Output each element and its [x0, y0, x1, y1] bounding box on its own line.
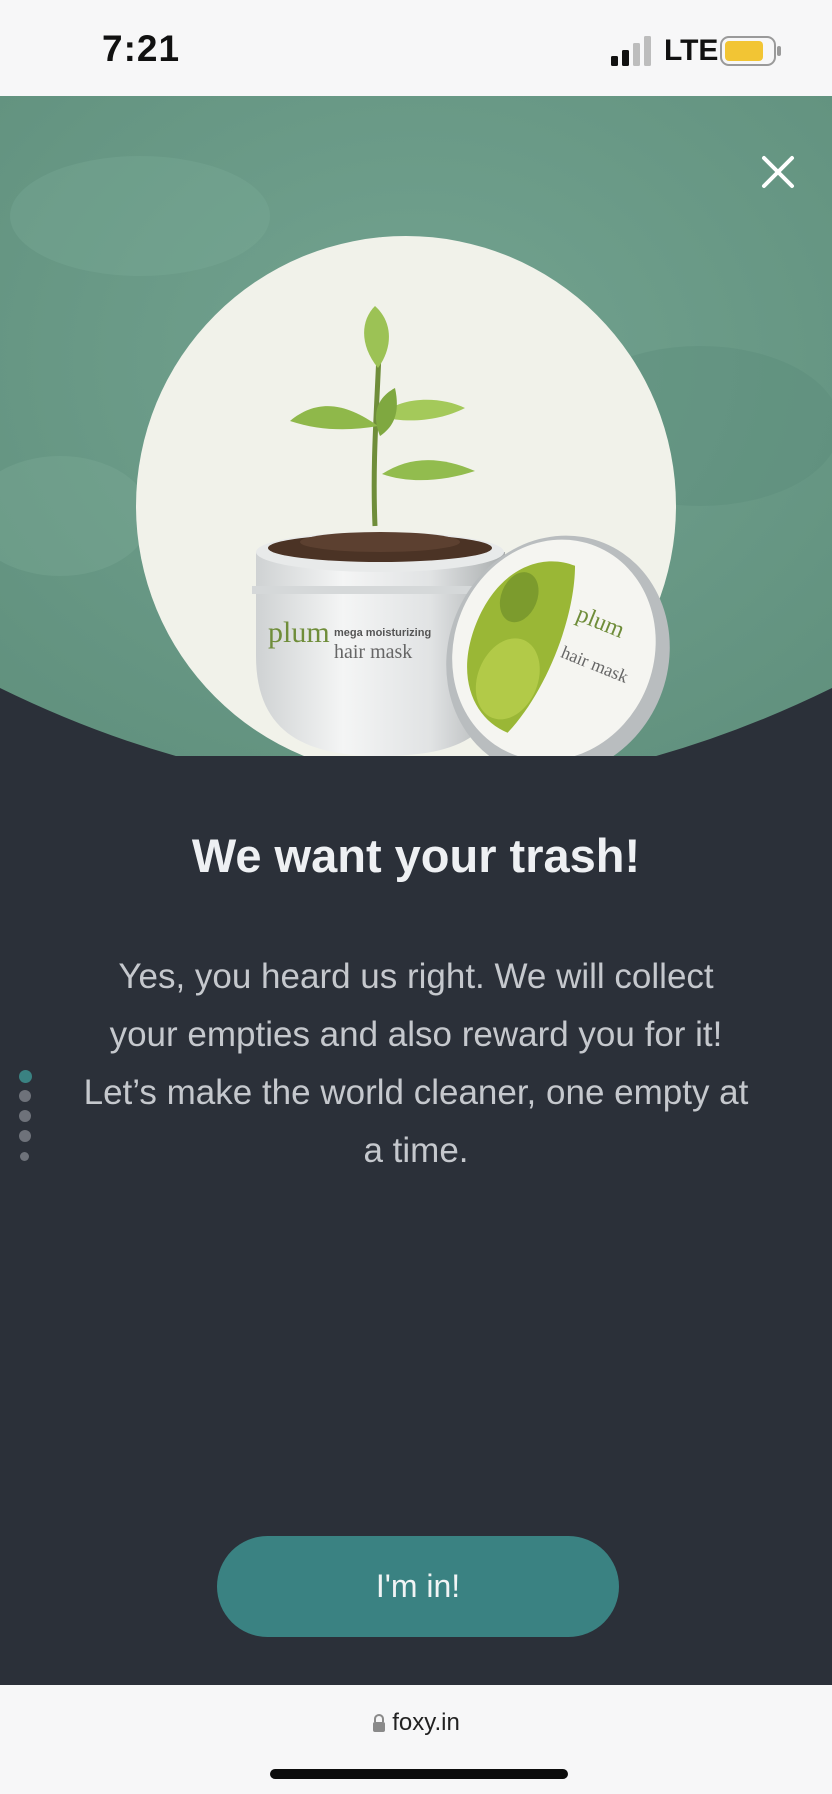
pagination-dot-1[interactable]	[19, 1070, 32, 1083]
onboarding-description: Yes, you heard us right. We will collect…	[83, 957, 749, 1170]
battery-icon	[720, 36, 781, 66]
hero-banner: plum mega moisturizing hair mask plum ha…	[0, 96, 832, 756]
pagination-dot-4[interactable]	[19, 1130, 31, 1142]
pagination-dots	[18, 1070, 32, 1170]
im-in-button[interactable]: I'm in!	[217, 1536, 619, 1637]
status-time: 7:21	[102, 28, 181, 69]
pagination-dot-3[interactable]	[19, 1110, 31, 1122]
jar-name-text: hair mask	[334, 641, 412, 663]
onboarding-screen: 7:21 LTE plum mega moisturizing hair mas…	[0, 0, 832, 1794]
url-display[interactable]: foxy.in	[0, 1709, 832, 1737]
network-type: LTE	[664, 34, 719, 67]
url-text: foxy.in	[392, 1709, 460, 1736]
pagination-dot-2[interactable]	[19, 1090, 31, 1102]
hero-illustration: plum mega moisturizing hair mask plum ha…	[0, 96, 832, 756]
jar-subtitle-text: mega moisturizing	[334, 627, 431, 639]
pagination-dot-5[interactable]	[20, 1152, 29, 1161]
home-indicator[interactable]	[270, 1769, 568, 1779]
jar-brand-text: plum	[268, 616, 330, 649]
lock-icon	[373, 1713, 386, 1732]
browser-bottom-bar: foxy.in	[0, 1685, 832, 1794]
onboarding-headline: We want your trash!	[191, 829, 641, 882]
close-icon[interactable]	[756, 150, 800, 194]
status-bar: 7:21 LTE	[0, 0, 832, 96]
cellular-signal-icon	[611, 36, 651, 66]
